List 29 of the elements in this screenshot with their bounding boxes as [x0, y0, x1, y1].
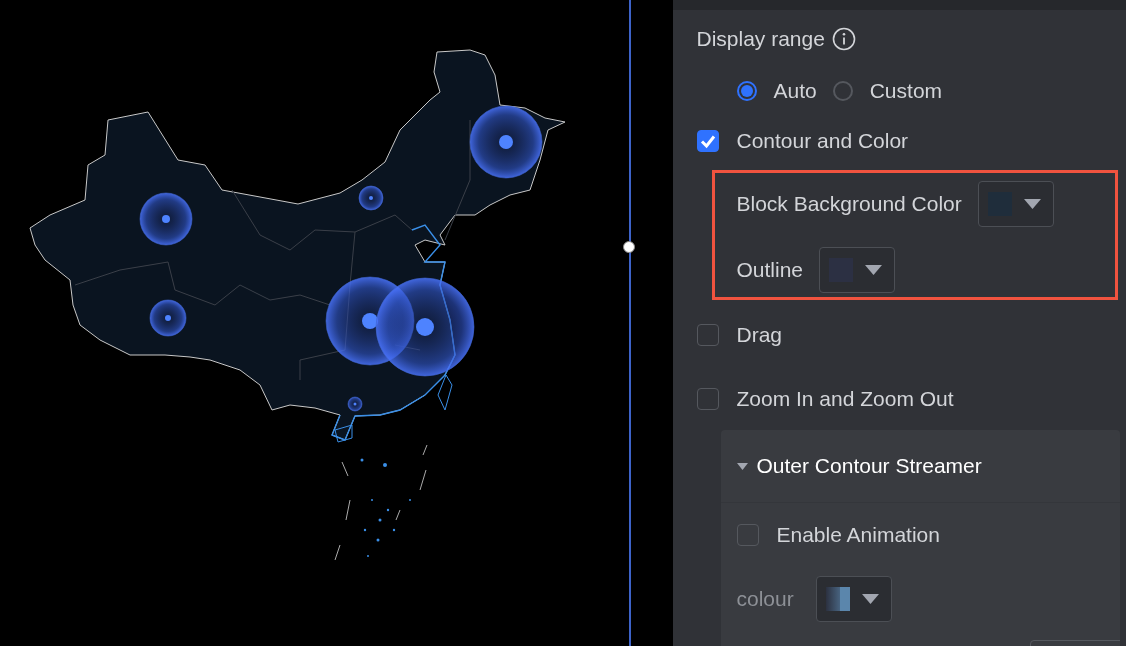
field-label: Block Background Color [736, 192, 962, 216]
info-icon[interactable] [831, 27, 856, 51]
radio-label: Custom [869, 79, 943, 103]
caret-icon [1023, 199, 1041, 209]
checkbox[interactable] [696, 388, 719, 410]
field-label: Outline [736, 258, 804, 282]
checkbox-label: Enable Animation [776, 523, 940, 547]
checkbox-label: Contour and Color [736, 129, 909, 153]
checkbox[interactable] [696, 130, 719, 152]
field-label: colour [736, 587, 794, 611]
checkbox-label: Drag [736, 323, 783, 347]
radio-button[interactable] [736, 81, 757, 101]
bubble-marker [347, 396, 363, 412]
color-picker[interactable] [977, 181, 1054, 227]
color-picker[interactable] [815, 576, 892, 622]
bubble-marker [358, 185, 384, 211]
section-label: Display range [696, 27, 825, 51]
radio-label: Auto [773, 79, 817, 103]
caret-icon [736, 462, 748, 470]
caret-icon [865, 265, 883, 275]
bubble-marker [139, 192, 193, 246]
radio-button[interactable] [832, 81, 853, 101]
checkbox[interactable] [696, 324, 719, 346]
checkbox-label: Zoom In and Zoom Out [736, 387, 954, 411]
color-picker[interactable] [819, 247, 896, 293]
checkbox[interactable] [736, 524, 759, 546]
caret-icon [861, 594, 879, 604]
section-header[interactable]: Outer Contour Streamer [720, 430, 1120, 502]
bubble-marker [149, 299, 187, 337]
